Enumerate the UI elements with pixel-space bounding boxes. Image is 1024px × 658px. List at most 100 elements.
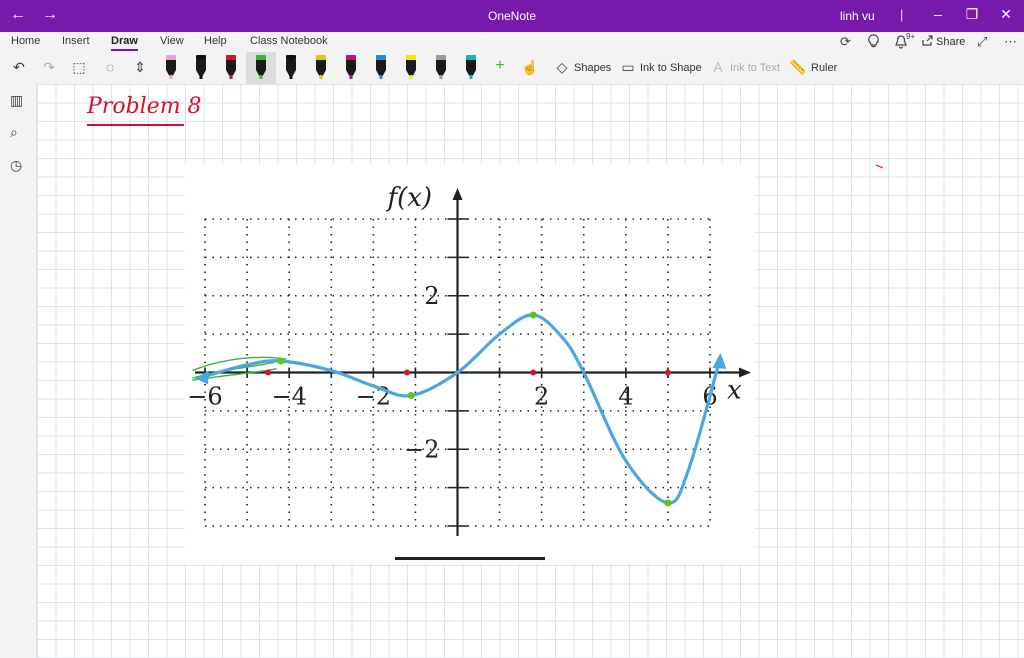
lasso-select-icon[interactable]: ⬚ xyxy=(70,59,88,76)
pen-body xyxy=(376,60,386,70)
restore-button[interactable]: ❐ xyxy=(962,6,982,23)
pen-cap xyxy=(376,55,386,60)
pen-nib xyxy=(409,75,413,79)
pen-body xyxy=(466,60,476,70)
pen-nib xyxy=(379,75,383,79)
x-tick-label: 4 xyxy=(618,383,633,411)
draw-toolbar: ↶ ↷ ⬚ ◌ ⇕ + ☝ ◇ Shapes ▭ Ink to Shape A … xyxy=(0,52,1024,85)
title-separator: | xyxy=(900,7,904,22)
pen-cap xyxy=(406,55,416,60)
share-icon[interactable] xyxy=(921,34,934,50)
pen-5[interactable] xyxy=(286,55,296,79)
pen-body xyxy=(316,60,326,70)
add-space-icon[interactable]: ⇕ xyxy=(131,59,149,76)
x-tick-label: −6 xyxy=(187,383,222,411)
pen-body xyxy=(226,60,236,70)
pen-11[interactable] xyxy=(466,55,476,79)
green-point-marker xyxy=(664,499,672,507)
pen-8[interactable] xyxy=(376,55,386,79)
expand-icon[interactable]: ⤢ xyxy=(977,34,987,50)
add-pen-icon[interactable]: + xyxy=(491,57,509,75)
tab-help[interactable]: Help xyxy=(204,35,227,47)
pen-nib xyxy=(199,75,203,79)
pen-nib xyxy=(169,75,173,79)
y-axis-arrow xyxy=(452,188,463,200)
pen-nib xyxy=(319,75,323,79)
sync-icon[interactable]: ⟳ xyxy=(840,34,851,50)
ink-to-shape-icon[interactable]: ▭ xyxy=(619,59,637,76)
touch-draw-icon[interactable]: ☝ xyxy=(521,59,539,76)
minimize-button[interactable]: – xyxy=(928,6,948,22)
shapes-button[interactable]: Shapes xyxy=(574,62,611,74)
more-options-icon[interactable]: ⋯ xyxy=(1004,34,1017,50)
pen-7[interactable] xyxy=(346,55,356,79)
pen-nib xyxy=(289,75,293,79)
pen-body xyxy=(166,60,176,70)
y-tick-label: 2 xyxy=(424,282,439,310)
pen-body xyxy=(346,60,356,70)
green-point-marker xyxy=(529,311,537,319)
ribbon-tabs: Home Insert Draw View Help Class Noteboo… xyxy=(0,32,1024,52)
notebooks-icon[interactable]: ▥ xyxy=(10,92,23,109)
function-graph-image[interactable]: −6 −4 −2 2 4 6 2 −2 f(x) x xyxy=(185,164,755,564)
tab-draw[interactable]: Draw xyxy=(111,35,138,51)
pen-cap xyxy=(346,55,356,60)
point-markers xyxy=(265,311,672,507)
ruler-icon[interactable]: 📏 xyxy=(789,59,807,76)
pen-body xyxy=(286,60,296,70)
pen-10[interactable] xyxy=(436,55,446,79)
notification-count: 9+ xyxy=(906,32,916,41)
pen-nib xyxy=(259,75,263,79)
tab-insert[interactable]: Insert xyxy=(62,35,90,47)
ink-to-text-button: Ink to Text xyxy=(730,62,780,74)
pen-gallery xyxy=(166,55,476,79)
tab-home[interactable]: Home xyxy=(11,35,40,47)
tab-view[interactable]: View xyxy=(160,35,184,47)
search-icon[interactable]: ⌕ xyxy=(10,124,18,141)
close-button[interactable]: ✕ xyxy=(996,6,1016,23)
green-point-marker xyxy=(407,392,415,400)
y-axis-title: f(x) xyxy=(386,183,433,213)
pen-6[interactable] xyxy=(316,55,326,79)
pen-3[interactable] xyxy=(226,55,236,79)
pen-1[interactable] xyxy=(166,55,176,79)
note-canvas[interactable]: Problem 8 : −6 −4 −2 2 4 6 2 −2 f(x) x xyxy=(37,84,1024,658)
graph-svg: −6 −4 −2 2 4 62−2 f(x) x xyxy=(187,183,751,536)
redo-icon[interactable]: ↷ xyxy=(40,59,58,76)
recent-clock-icon[interactable]: ◷ xyxy=(10,157,22,174)
lightbulb-icon[interactable] xyxy=(867,34,880,52)
y-tick-label: −2 xyxy=(404,435,439,463)
ink-mark xyxy=(875,164,884,169)
image-resize-handle[interactable] xyxy=(395,557,545,560)
pen-4[interactable] xyxy=(256,55,266,79)
pen-cap xyxy=(436,55,446,60)
pen-body xyxy=(406,60,416,70)
red-point-marker xyxy=(265,369,272,376)
x-tick-label: 2 xyxy=(534,383,549,411)
x-tick-label: −4 xyxy=(271,383,306,411)
red-point-marker xyxy=(404,369,410,376)
pen-9[interactable] xyxy=(406,55,416,79)
pen-2[interactable] xyxy=(196,55,206,79)
pen-body xyxy=(256,60,266,70)
ruler-button[interactable]: Ruler xyxy=(811,62,837,74)
pen-cap xyxy=(286,55,296,60)
ink-to-text-icon: A xyxy=(713,59,723,75)
pen-nib xyxy=(229,75,233,79)
pen-cap xyxy=(316,55,326,60)
eraser-icon[interactable]: ◌ xyxy=(101,59,119,75)
pen-body xyxy=(436,60,446,70)
undo-icon[interactable]: ↶ xyxy=(10,59,28,76)
share-button[interactable]: Share xyxy=(936,36,965,48)
pen-cap xyxy=(226,55,236,60)
ink-to-shape-button[interactable]: Ink to Shape xyxy=(640,62,702,74)
curve-right-arrow xyxy=(712,352,727,369)
tab-class-notebook[interactable]: Class Notebook xyxy=(250,35,328,47)
pen-nib xyxy=(469,75,473,79)
pen-nib xyxy=(439,75,443,79)
left-navigation-rail: ▥ ⌕ ◷ xyxy=(0,84,37,658)
pen-cap xyxy=(196,55,206,60)
green-point-marker xyxy=(277,357,285,365)
shapes-icon[interactable]: ◇ xyxy=(553,59,571,76)
user-name[interactable]: linh vu xyxy=(840,9,875,23)
